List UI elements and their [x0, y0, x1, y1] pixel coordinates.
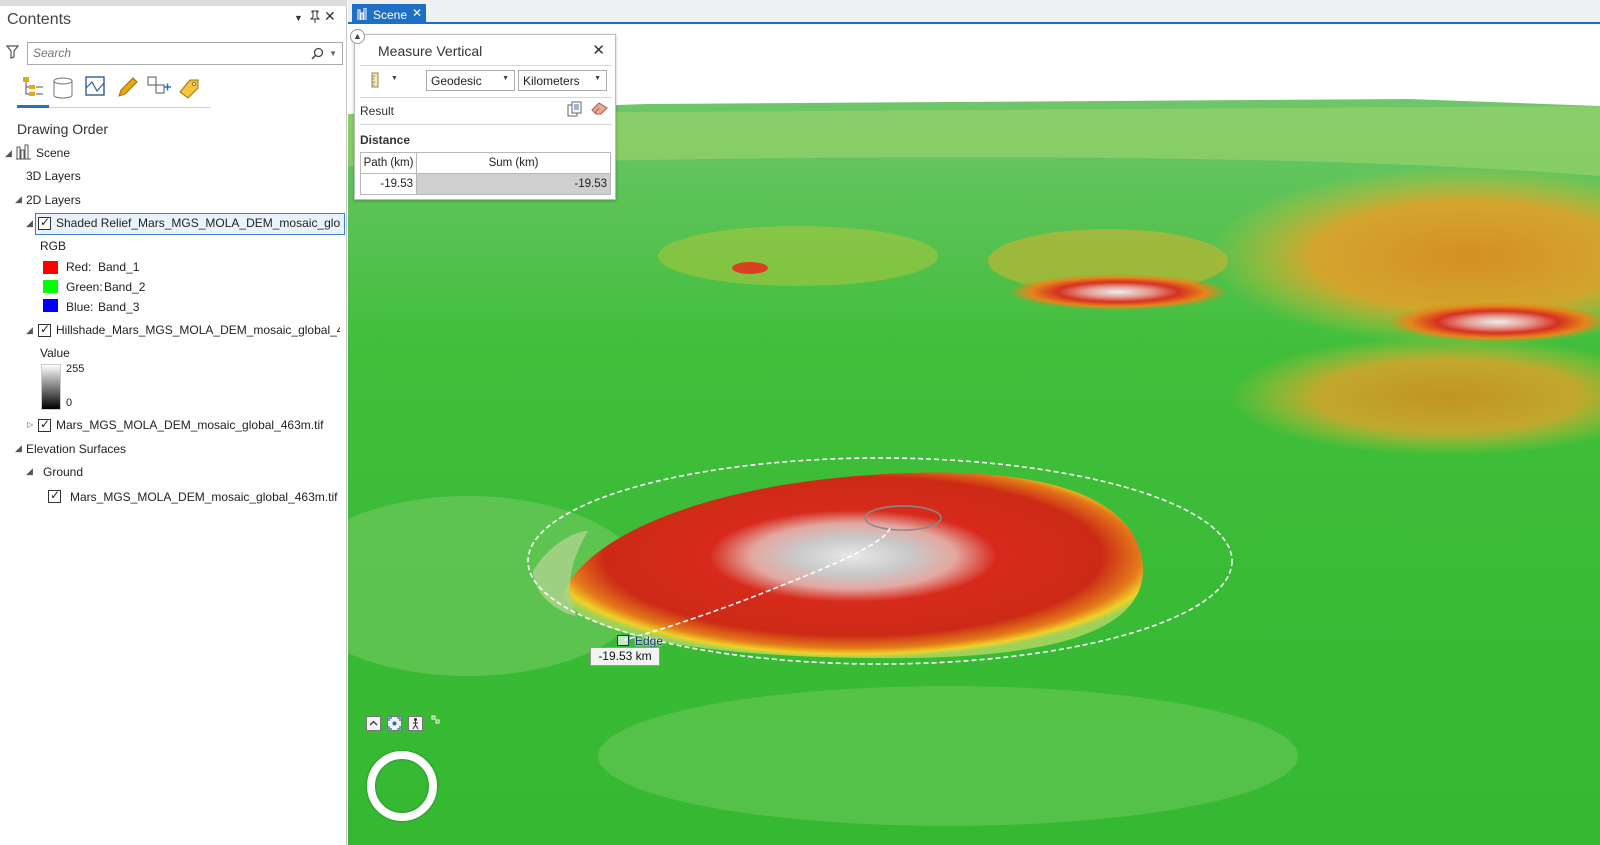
tree-3d-layers[interactable]: 3D Layers: [26, 169, 81, 183]
view-tab-strip: [348, 0, 1600, 24]
path-value-cell: -19.53: [360, 173, 417, 195]
tree-shaded-relief-layer[interactable]: Shaded Relief_Mars_MGS_MOLA_DEM_mosaic_g…: [56, 216, 340, 230]
green-legend-label: Green:: [66, 280, 103, 294]
dem-checkbox[interactable]: [38, 417, 51, 432]
first-person-navigation-icon[interactable]: [408, 716, 423, 731]
scene-icon: [16, 144, 31, 163]
red-legend-label: Red:: [66, 260, 92, 274]
measure-divider: [360, 65, 612, 66]
edge-marker-icon: [617, 635, 629, 646]
navigator-ring[interactable]: [367, 751, 437, 821]
drawing-order-heading: Drawing Order: [17, 121, 109, 137]
close-icon[interactable]: ✕: [592, 41, 605, 59]
list-by-labeling-icon[interactable]: [176, 74, 206, 104]
green-swatch: [43, 280, 58, 293]
tree-scene-label[interactable]: Scene: [36, 146, 70, 160]
measure-vertical-panel: Measure Vertical ✕ ▼ Geodesic ▼ Kilomete…: [354, 34, 616, 200]
value-legend-label: Value: [40, 346, 70, 360]
grayscale-ramp: [41, 364, 61, 410]
list-by-selection-icon[interactable]: [82, 74, 112, 104]
ground-expander-icon[interactable]: ◢: [26, 466, 33, 477]
measure-mode-value: Geodesic: [431, 74, 482, 88]
full-extent-icon[interactable]: [387, 716, 402, 731]
pane-title: Contents: [7, 11, 72, 28]
list-by-editing-icon[interactable]: [114, 74, 144, 104]
list-by-drawing-order-icon[interactable]: [18, 74, 48, 104]
hillshade-checkbox[interactable]: [38, 322, 51, 337]
tree-ground-layer[interactable]: Mars_MGS_MOLA_DEM_mosaic_global_463m.tif: [70, 490, 337, 504]
scene-tab-icon: [357, 7, 369, 23]
result-table: Path (km) Sum (km) -19.53 -19.53: [360, 152, 611, 195]
units-select[interactable]: Kilometers ▼: [518, 70, 607, 91]
value-min-label: 0: [66, 397, 73, 409]
2d-layers-expander-icon[interactable]: ◢: [15, 194, 22, 205]
distance-badge: -19.53 km: [590, 647, 660, 666]
hillshade-expander-icon[interactable]: ◢: [26, 325, 33, 336]
sum-value-cell: -19.53: [416, 173, 611, 195]
close-tab-icon[interactable]: ✕: [412, 6, 422, 20]
tab-scene-label: Scene: [373, 8, 408, 22]
value-max-label: 255: [66, 363, 85, 375]
shaded-relief-checkbox[interactable]: [38, 215, 51, 230]
search-icon[interactable]: [311, 47, 324, 63]
result-label: Result: [360, 104, 395, 118]
active-view-indicator: [17, 105, 49, 108]
list-by-data-source-icon[interactable]: [50, 74, 80, 104]
clear-results-icon[interactable]: [591, 101, 608, 118]
units-value: Kilometers: [523, 74, 580, 88]
search-box[interactable]: ▼: [27, 42, 343, 65]
blue-swatch: [43, 299, 58, 312]
mode-select-chevron-icon: ▼: [502, 75, 509, 82]
mode-chevron-down-icon: ▼: [391, 75, 398, 82]
pane-options-icon[interactable]: ▼: [294, 13, 303, 23]
filter-icon[interactable]: [5, 45, 20, 62]
measure-mode-button[interactable]: ▼: [365, 71, 401, 91]
edge-label: Edge: [635, 634, 664, 648]
tree-hillshade-layer[interactable]: Hillshade_Mars_MGS_MOLA_DEM_mosaic_globa…: [56, 323, 340, 337]
measure-divider: [360, 97, 612, 98]
contents-pane: Contents ▼ ✕ ▼ Drawing Order ◢: [0, 0, 347, 845]
tree-ground[interactable]: Ground: [43, 465, 83, 479]
green-band-label: Band_2: [104, 280, 146, 294]
close-pane-icon[interactable]: ✕: [324, 8, 336, 25]
list-by-snapping-icon[interactable]: [145, 74, 175, 104]
red-swatch: [43, 261, 58, 274]
units-chevron-icon: ▼: [594, 75, 601, 82]
dem-expander-icon[interactable]: ▷: [27, 420, 33, 429]
pin-icon[interactable]: [309, 10, 321, 26]
tree-elevation-surfaces[interactable]: Elevation Surfaces: [26, 442, 126, 456]
ground-layer-checkbox[interactable]: [48, 488, 61, 503]
path-column-header: Path (km): [360, 152, 417, 174]
copy-icon[interactable]: [567, 101, 582, 120]
search-options-chevron-icon[interactable]: ▼: [329, 49, 337, 58]
sum-column-header: Sum (km): [416, 152, 611, 174]
collapse-measure-icon[interactable]: ▲: [350, 29, 365, 44]
measure-title: Measure Vertical: [378, 43, 483, 59]
nav-options-icon[interactable]: [431, 714, 441, 728]
scene-expander-icon[interactable]: ◢: [5, 148, 12, 159]
tree-dem-layer[interactable]: Mars_MGS_MOLA_DEM_mosaic_global_463m.tif: [56, 418, 323, 432]
rgb-legend-label: RGB: [40, 239, 67, 253]
distance-label: Distance: [360, 133, 411, 147]
shaded-relief-expander-icon[interactable]: ◢: [26, 218, 33, 229]
search-input[interactable]: [33, 46, 303, 60]
measure-divider: [360, 124, 612, 125]
red-band-label: Band_1: [98, 260, 140, 274]
tree-2d-layers[interactable]: 2D Layers: [26, 193, 81, 207]
measure-mode-select[interactable]: Geodesic ▼: [426, 70, 515, 91]
blue-legend-label: Blue:: [66, 300, 94, 314]
pane-top-border: [0, 0, 347, 6]
tab-scene[interactable]: Scene ✕: [352, 4, 426, 24]
blue-band-label: Band_3: [98, 300, 140, 314]
table-row[interactable]: -19.53 -19.53: [360, 173, 611, 195]
vertical-measure-icon: [369, 72, 381, 91]
nav-collapse-button[interactable]: [366, 716, 381, 731]
elevation-expander-icon[interactable]: ◢: [15, 443, 22, 454]
